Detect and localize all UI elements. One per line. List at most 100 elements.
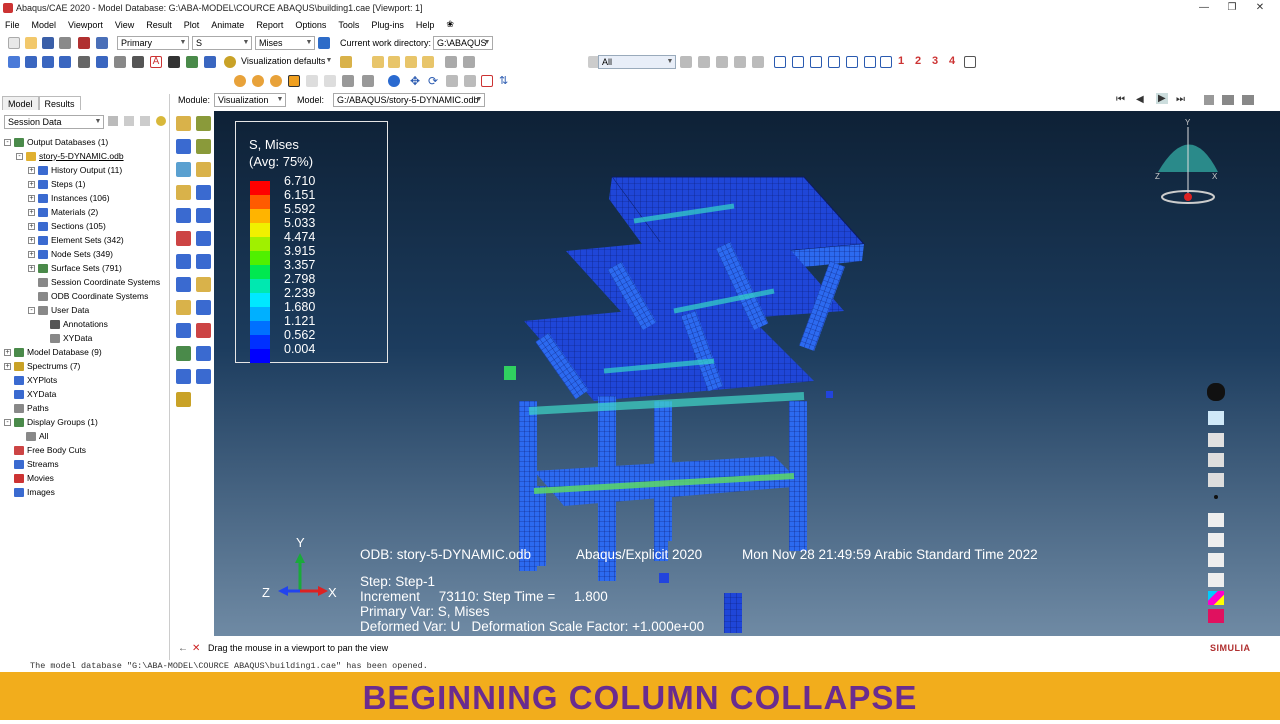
active-color-icon[interactable] [1208,609,1224,623]
replace-icon[interactable] [698,56,710,68]
tree-item[interactable]: + Instances (106) [28,191,110,205]
menu-item-1[interactable]: Model [31,20,58,30]
tree-item[interactable]: + Materials (2) [28,205,98,219]
menu-item-6[interactable]: Animate [210,20,245,30]
pointer-icon[interactable] [1208,433,1224,447]
tree-item[interactable]: Annotations [40,317,108,331]
add-icon[interactable] [716,56,728,68]
tree-item[interactable]: - story-5-DYNAMIC.odb [16,149,124,163]
menu-item-5[interactable]: Plot [183,20,201,30]
toolbox-tool-icon[interactable] [176,369,191,384]
reverse-icon[interactable] [752,56,764,68]
viewport[interactable]: S, Mises (Avg: 75%) 6.710 6.151 5.592 5.033… [214,111,1280,636]
rotate-view-icon[interactable]: ⟳ [428,75,440,87]
movie-settings-icon[interactable] [1204,95,1214,105]
toolbox-tool-icon[interactable] [176,116,191,131]
variable-select[interactable]: S ▼ [192,36,252,50]
camera-capture-icon[interactable] [1242,95,1254,105]
expand-toggle-icon[interactable]: + [28,208,35,216]
menu-item-4[interactable]: Result [145,20,173,30]
view-bottom-icon[interactable] [828,56,840,68]
tree-item[interactable]: + Node Sets (349) [28,247,113,261]
session-data-select[interactable]: Session Data ▼ [4,115,104,129]
toolbox-tool-icon[interactable] [196,185,211,200]
view-1-button[interactable]: 1 [898,55,904,67]
redo-view-icon[interactable] [324,75,336,87]
visualization-defaults-select[interactable]: Visualization defaults ▼ [238,55,334,69]
toolbox-tool-icon[interactable] [196,208,211,223]
expand-toggle-icon[interactable]: - [4,138,11,146]
camera-icon[interactable] [78,56,90,68]
toolbox-tool-icon[interactable] [176,323,191,338]
expand-toggle-icon[interactable]: + [28,166,35,174]
menu-item-3[interactable]: View [114,20,135,30]
minimize-button[interactable]: — [1190,0,1218,16]
tree-item[interactable]: All [16,429,48,443]
tree-item[interactable]: Paths [4,401,49,415]
print-icon[interactable] [59,37,71,49]
toolbox-tool-icon[interactable] [176,162,191,177]
zoom-icon[interactable] [114,56,126,68]
toolbox-tool-icon[interactable] [196,323,211,338]
new-file-icon[interactable] [8,37,20,49]
menu-item-2[interactable]: Viewport [67,20,104,30]
pan-arrows-icon[interactable]: ✥ [410,75,422,87]
snapshot-icon[interactable] [1222,95,1234,105]
dot-icon[interactable] [1214,495,1218,499]
expand-toggle-icon[interactable]: - [4,418,11,426]
cube-shaded-icon[interactable] [340,56,352,68]
toolbox-tool-icon[interactable] [196,300,211,315]
color-picker-icon[interactable] [1208,591,1224,605]
layout-icon[interactable] [96,56,108,68]
filter-tree-icon[interactable] [108,116,118,126]
menu-item-10[interactable]: Plug-ins [370,20,405,30]
expand-toggle-icon[interactable]: + [4,362,11,370]
eye-icon[interactable] [1208,411,1224,425]
toolbox-tool-icon[interactable] [176,185,191,200]
toolbox-tool-icon[interactable] [176,208,191,223]
undo-view-icon[interactable] [306,75,318,87]
menu-item-9[interactable]: Tools [337,20,360,30]
tree-item[interactable]: XYData [40,331,92,345]
expand-toggle-icon[interactable]: + [28,264,35,272]
tree-item[interactable]: Movies [4,471,54,485]
expand-toggle-icon[interactable]: - [16,152,23,160]
save-icon[interactable] [42,37,54,49]
close-window-button[interactable]: ✕ [1246,0,1274,16]
grid-icon[interactable] [445,56,457,68]
tree-item[interactable]: + Element Sets (342) [28,233,124,247]
cascade-icon[interactable] [42,56,54,68]
render2-icon[interactable] [252,75,264,87]
tree-item[interactable]: Free Body Cuts [4,443,86,457]
toolbox-tool-icon[interactable] [196,139,211,154]
settings-gear-icon[interactable] [224,56,236,68]
render-icon[interactable] [234,75,246,87]
viewport-icon[interactable] [8,56,20,68]
toolbox-tool-icon[interactable] [176,346,191,361]
query-icon[interactable] [388,75,400,87]
tree-item[interactable]: + History Output (11) [28,163,122,177]
intersect-icon[interactable] [734,56,746,68]
toolbox-tool-icon[interactable] [196,162,211,177]
view-4-button[interactable]: 4 [949,55,955,67]
tab-results[interactable]: Results [38,96,81,110]
view-right-icon[interactable] [864,56,876,68]
collapse-tree-icon[interactable] [140,116,150,126]
text-icon[interactable]: A [150,56,162,68]
undo-icon[interactable] [1208,513,1224,527]
last-frame-icon[interactable]: ⏭ [1176,94,1185,105]
play-icon[interactable]: ▶ [1156,93,1168,104]
tree-item[interactable]: XYPlots [4,373,57,387]
tree-item[interactable]: + Spectrums (7) [4,359,80,373]
tree-item[interactable]: + Sections (105) [28,219,106,233]
previous-frame-icon[interactable]: ◀ [1136,94,1144,105]
trash-icon[interactable] [1208,533,1224,547]
toolbox-tool-icon[interactable] [176,300,191,315]
step-source-select[interactable]: Primary ▼ [117,36,189,50]
view-iso-icon[interactable] [880,56,892,68]
view-front-icon[interactable] [774,56,786,68]
model-select[interactable]: G:/ABAQUS/story-5-DYNAMIC.odb ▼ [333,93,485,107]
restore-button[interactable]: ❐ [1218,0,1246,16]
auto-fit-icon[interactable] [342,75,354,87]
cube-shade-icon[interactable] [422,56,434,68]
